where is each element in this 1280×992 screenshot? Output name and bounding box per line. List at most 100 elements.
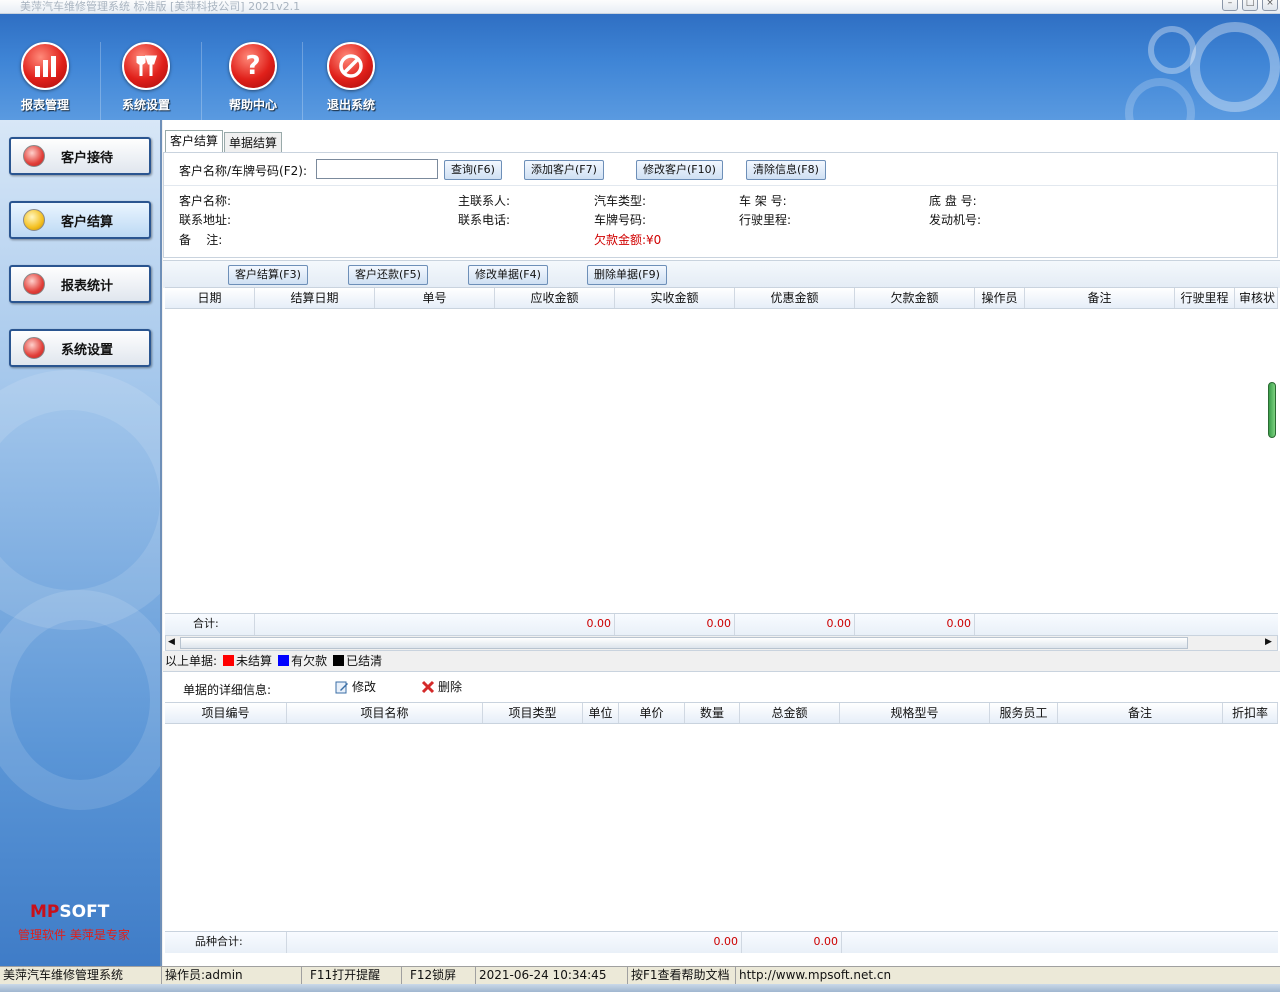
edit-icon [335,681,348,693]
status-datetime: 2021-06-24 10:34:45 [476,967,628,984]
col-header[interactable]: 应收金额 [495,288,615,308]
search-button[interactable]: 查询(F6) [444,160,502,180]
logo-soft: SOFT [59,902,110,922]
legend-swatch-black [333,655,345,666]
action-bar: 客户结算(F3) 客户还款(F5) 修改单据(F4) 删除单据(F9) [163,260,1280,288]
edit-bill-button[interactable]: 修改单据(F4) [468,265,548,285]
toolbar-report-management[interactable]: 报表管理 [0,42,90,113]
status-url[interactable]: http://www.mpsoft.net.cn [736,967,1280,984]
legend-unsettled: 未结算 [236,654,273,668]
toolbar-divider [201,42,202,120]
decorative-ring [1148,26,1196,74]
col-header[interactable]: 总金额 [740,703,840,723]
status-led-icon [23,273,45,295]
scroll-right-icon[interactable]: ▶ [1265,637,1272,647]
top-toolbar: 报表管理 系统设置 ? 帮助中心 退出系统 [0,14,1280,120]
col-header[interactable]: 折扣率 [1223,703,1278,723]
delete-bill-button[interactable]: 删除单据(F9) [587,265,667,285]
horizontal-scrollbar[interactable]: ◀ ▶ [165,635,1278,651]
legend-title: 以上单据: [165,654,218,668]
col-header[interactable]: 规格型号 [840,703,990,723]
phone-label: 联系电话: [458,213,511,227]
detail-title: 单据的详细信息: [183,683,272,697]
scroll-left-icon[interactable]: ◀ [168,637,175,647]
col-header[interactable]: 项目类型 [483,703,583,723]
col-header[interactable]: 结算日期 [255,288,375,308]
col-header[interactable]: 欠款金额 [855,288,975,308]
engine-no-label: 发动机号: [929,213,982,227]
col-header[interactable]: 单价 [619,703,685,723]
status-f12[interactable]: F12锁屏 [402,967,476,984]
sidebar-item-label: 客户结算 [61,214,114,230]
sidebar-item-label: 客户接待 [61,150,114,166]
col-header[interactable]: 行驶里程 [1175,288,1235,308]
col-header[interactable]: 单号 [375,288,495,308]
edit-customer-button[interactable]: 修改客户(F10) [636,160,723,180]
status-led-icon [23,337,45,359]
clear-info-button[interactable]: 清除信息(F8) [746,160,826,180]
col-header[interactable]: 优惠金额 [735,288,855,308]
plate-label: 车牌号码: [594,213,647,227]
detail-edit-button[interactable]: 修改 [335,678,376,695]
col-header[interactable]: 单位 [583,703,619,723]
col-header[interactable]: 操作员 [975,288,1025,308]
customer-repay-button[interactable]: 客户还款(F5) [348,265,428,285]
scrollbar-thumb[interactable] [180,637,1188,649]
sidebar-item-report-statistics[interactable]: 报表统计 [9,265,151,303]
col-header[interactable]: 项目名称 [287,703,483,723]
tab-bill-settlement[interactable]: 单据结算 [224,132,283,152]
bar-chart-icon [21,42,69,90]
col-header[interactable]: 备注 [1025,288,1175,308]
add-customer-button[interactable]: 添加客户(F7) [524,160,604,180]
question-icon: ? [229,42,277,90]
col-header[interactable]: 日期 [165,288,255,308]
col-header[interactable]: 备注 [1058,703,1223,723]
toolbar-help-center[interactable]: ? 帮助中心 [208,42,298,113]
mpsoft-logo: MPSOFT [30,902,109,922]
bills-sum-row: 合计: 0.00 0.00 0.00 0.00 [165,613,1278,635]
sidebar-item-customer-reception[interactable]: 客户接待 [9,137,151,175]
col-header[interactable]: 数量 [685,703,740,723]
delete-x-icon [421,680,435,693]
slogan: 管理软件 美萍是专家 [18,928,130,942]
tab-customer-settlement[interactable]: 客户结算 [165,130,224,152]
customer-settle-button[interactable]: 客户结算(F3) [228,265,308,285]
toolbar-exit-system[interactable]: 退出系统 [306,42,396,113]
col-header[interactable]: 审核状 [1235,288,1278,308]
status-help[interactable]: 按F1查看帮助文档 [628,967,736,984]
sidebar-item-system-settings[interactable]: 系统设置 [9,329,151,367]
main-content: 客户结算 单据结算 客户名称/车牌号码(F2): 查询(F6) 添加客户(F7)… [163,120,1280,966]
col-header[interactable]: 实收金额 [615,288,735,308]
detail-bar: 单据的详细信息: 修改 删除 [163,671,1280,701]
status-f11[interactable]: F11打开提醒 [302,967,402,984]
toolbar-label: 系统设置 [121,98,170,112]
sidebar-item-customer-settlement[interactable]: 客户结算 [9,201,151,239]
maximize-button[interactable]: □ [1242,0,1258,11]
bills-table-body[interactable] [165,309,1278,613]
toolbar-system-settings[interactable]: 系统设置 [101,42,191,113]
sum-cell: 0.00 [735,614,855,635]
chassis-no-label: 底 盘 号: [929,194,977,208]
toolbar-label: 报表管理 [20,98,69,112]
toolbar-divider [302,42,303,120]
status-app-name: 美萍汽车维修管理系统 [0,967,162,984]
close-window-button[interactable]: × [1262,0,1278,11]
sum-cell: 0.00 [615,614,735,635]
query-panel: 客户名称/车牌号码(F2): 查询(F6) 添加客户(F7) 修改客户(F10)… [163,152,1278,258]
minimize-button[interactable]: – [1222,0,1238,11]
col-header[interactable]: 项目编号 [165,703,287,723]
col-header[interactable]: 服务员工 [990,703,1058,723]
items-table-body[interactable] [165,724,1278,932]
items-sum-row: 品种合计: 0.00 0.00 [165,931,1278,953]
window-titlebar: 美萍汽车维修管理系统 标准版 [美萍科技公司] 2021v2.1 – □ × [0,0,1280,14]
mileage-label: 行驶里程: [739,213,792,227]
sum-cell: 0.00 [255,614,615,635]
sum-cell: 0.00 [855,614,975,635]
customer-search-input[interactable] [316,159,438,179]
sum-label: 品种合计: [165,932,287,953]
remark-label: 备 注: [179,233,223,247]
toolbar-label: 帮助中心 [228,98,277,112]
scroll-indicator[interactable] [1268,382,1276,438]
detail-edit-label: 修改 [352,680,377,694]
detail-delete-button[interactable]: 删除 [421,678,462,695]
